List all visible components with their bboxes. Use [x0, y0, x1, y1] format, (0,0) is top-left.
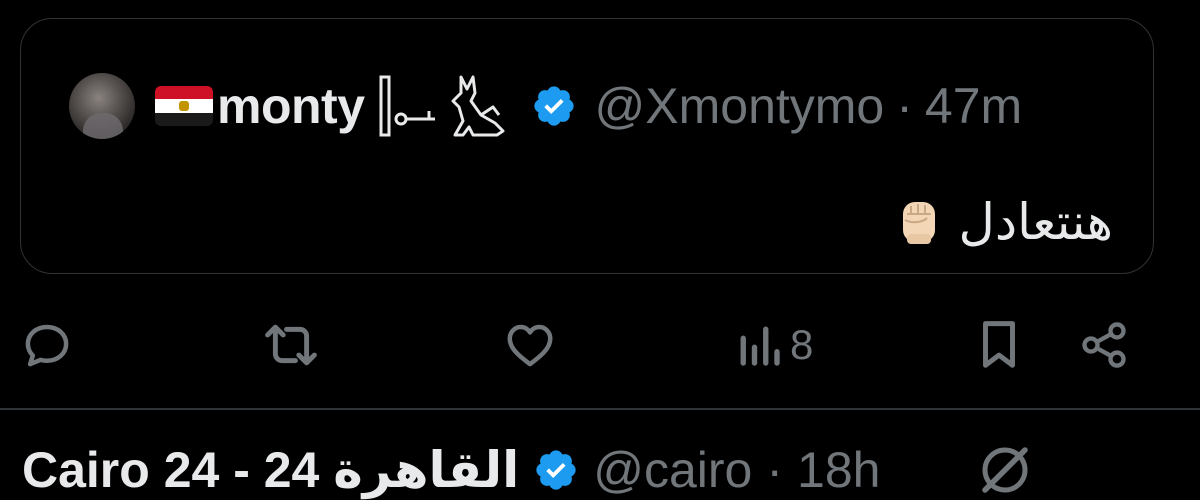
share-button[interactable]: [1078, 315, 1130, 375]
avatar[interactable]: [69, 73, 135, 139]
views-count: 8: [790, 321, 814, 368]
retweet-button[interactable]: [262, 315, 320, 375]
reply-button[interactable]: [20, 315, 74, 375]
tweet-action-bar: 8: [0, 305, 1200, 385]
separator-dot: ·: [766, 442, 784, 498]
author-display-name[interactable]: monty: [217, 77, 365, 135]
like-heart-icon: [507, 324, 553, 367]
next-tweet-header: Cairo 24 - 24 القاهرة @cairo · 18h: [22, 440, 880, 500]
egyptian-hieroglyph-icons: [377, 71, 517, 141]
quoted-tweet-header: monty @Xmontymo · 47m: [69, 71, 1022, 141]
timestamp[interactable]: 47m: [925, 77, 1022, 135]
next-tweet-handle[interactable]: @cairo: [593, 441, 752, 499]
views-chart-icon: [740, 326, 780, 366]
separator-dot: ·: [896, 78, 913, 134]
bookmark-button[interactable]: [976, 315, 1022, 375]
author-handle[interactable]: @Xmontymo: [595, 77, 885, 135]
like-button[interactable]: [502, 315, 558, 375]
share-icon: [1082, 322, 1126, 368]
tweet-body-text: هنتعادل: [958, 193, 1114, 251]
quoted-tweet-text: هنتعادل: [893, 189, 1114, 255]
reply-icon: [25, 324, 69, 367]
bookmark-icon: [983, 321, 1015, 368]
tweet-divider: [0, 408, 1200, 410]
next-tweet-timestamp[interactable]: 18h: [797, 441, 880, 499]
quoted-tweet-card[interactable]: monty @Xmontymo · 47m هنتعادل: [20, 18, 1154, 274]
verified-badge-icon: [536, 450, 576, 490]
raised-fist-emoji-icon: [902, 202, 935, 244]
views-button[interactable]: 8: [736, 315, 813, 375]
verified-badge-icon: [533, 86, 574, 126]
egypt-flag-icon: [155, 86, 213, 126]
next-tweet-author-name[interactable]: Cairo 24 - 24 القاهرة: [22, 441, 519, 499]
retweet-icon: [265, 324, 317, 366]
grok-icon[interactable]: [975, 440, 1035, 500]
